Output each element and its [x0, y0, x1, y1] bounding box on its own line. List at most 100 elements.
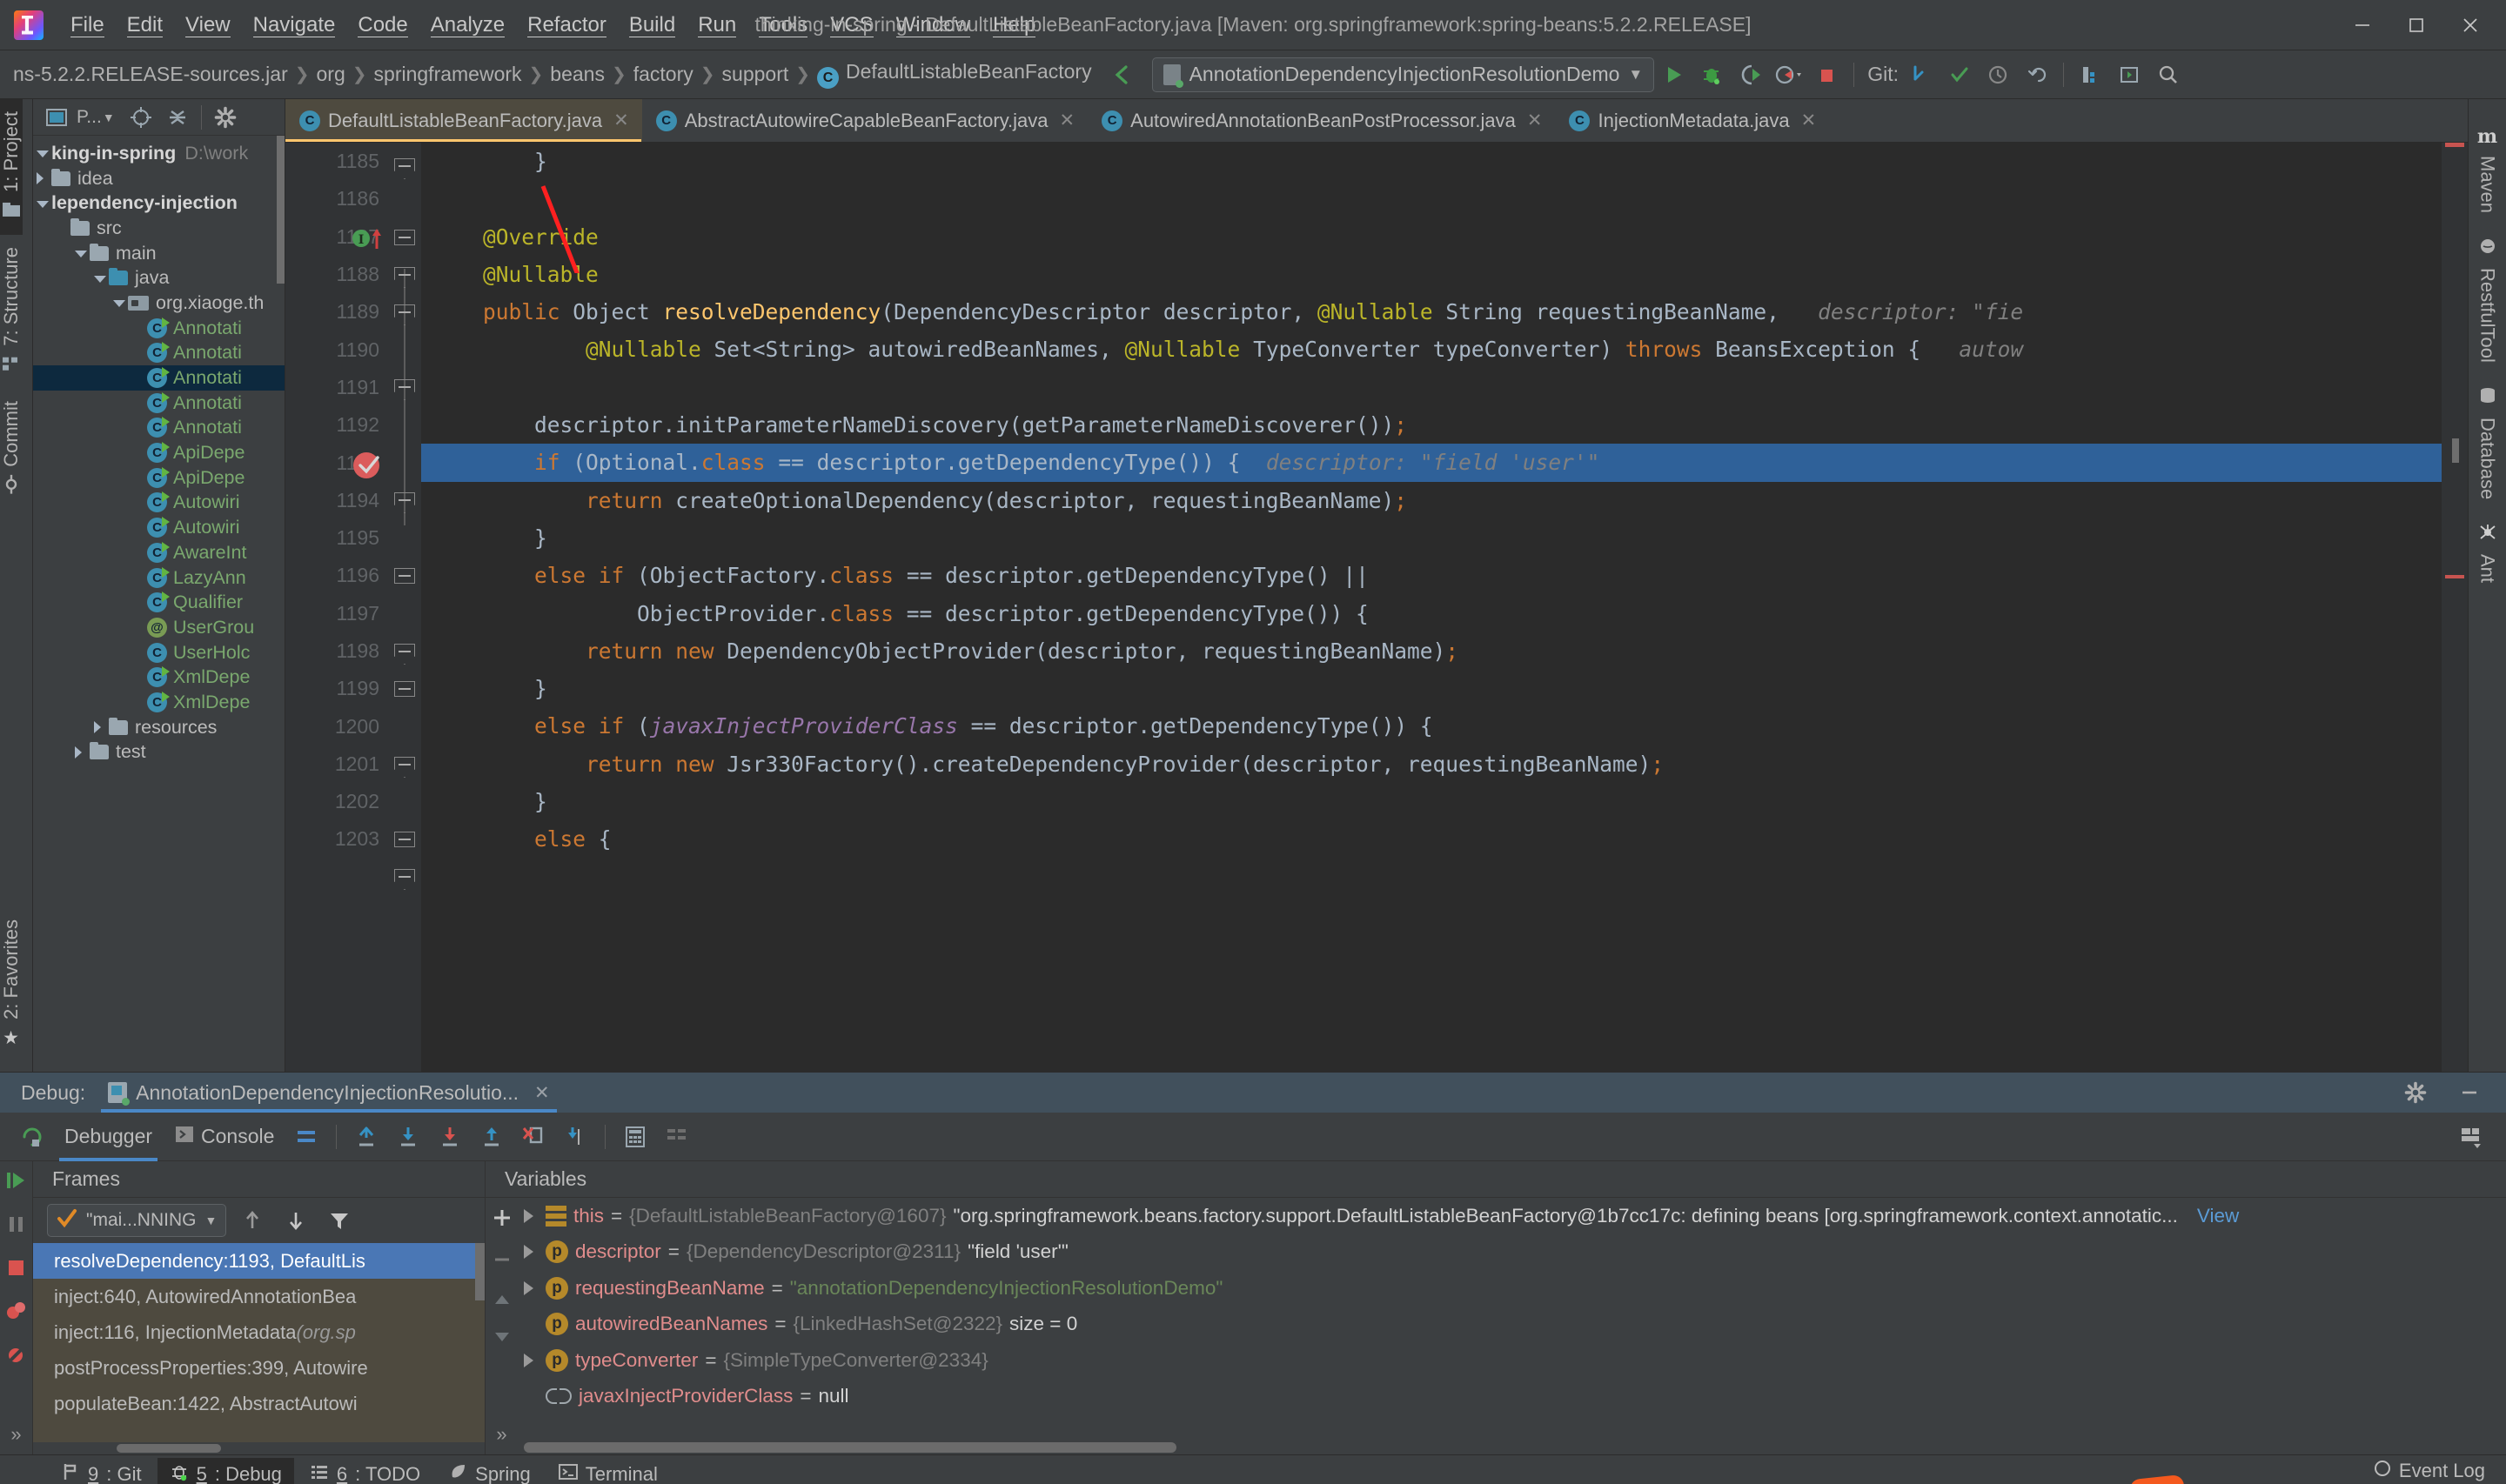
line-number[interactable]: 1188: [285, 256, 388, 293]
hide-panel-icon[interactable]: [2450, 1073, 2489, 1112]
frame-item[interactable]: inject:640, AutowiredAnnotationBea: [33, 1279, 485, 1314]
breadcrumb-item[interactable]: ns-5.2.2.RELEASE-sources.jar: [9, 63, 292, 86]
line-number[interactable]: 1198: [285, 632, 388, 670]
menu-edit[interactable]: Edit: [116, 10, 174, 41]
breadcrumb-item[interactable]: C DefaultListableBeanFactory: [813, 60, 1096, 90]
profiler-icon[interactable]: [1769, 56, 1807, 94]
line-number[interactable]: 1200: [285, 707, 388, 745]
chevron-right-icon[interactable]: [75, 745, 87, 759]
code-line[interactable]: descriptor.initParameterNameDiscovery(ge…: [421, 406, 2442, 444]
evaluate-expression-icon[interactable]: [615, 1117, 655, 1157]
override-method-gutter-icon[interactable]: I: [352, 226, 388, 251]
fold-marker[interactable]: [394, 568, 415, 589]
more-icon[interactable]: »: [496, 1423, 506, 1446]
menu-run[interactable]: Run: [687, 10, 747, 41]
menu-tools[interactable]: Tools: [747, 10, 819, 41]
git-update-icon[interactable]: [1902, 56, 1940, 94]
tree-node[interactable]: src: [33, 216, 285, 241]
code-line[interactable]: [421, 180, 2442, 217]
tree-node[interactable]: C XmlDepe: [33, 665, 285, 690]
code-line[interactable]: }: [421, 143, 2442, 180]
collapse-all-icon[interactable]: [161, 103, 194, 132]
step-over-icon[interactable]: [388, 1117, 428, 1157]
menu-window[interactable]: Window: [885, 10, 982, 41]
chevron-right-icon[interactable]: [524, 1353, 533, 1367]
line-number[interactable]: 1189: [285, 293, 388, 331]
frame-item[interactable]: inject:116, InjectionMetadata (org.sp: [33, 1314, 485, 1350]
step-into-icon[interactable]: [430, 1117, 470, 1157]
show-execution-point-icon[interactable]: [346, 1117, 386, 1157]
line-number[interactable]: 1201: [285, 745, 388, 783]
frame-item[interactable]: resolveDependency:1193, DefaultLis: [33, 1243, 485, 1279]
pause-icon[interactable]: [3, 1212, 30, 1243]
tool-window-button-debug[interactable]: 5: Debug: [157, 1457, 294, 1484]
code-line[interactable]: if (Optional.class == descriptor.getDepe…: [421, 444, 2442, 482]
tree-node[interactable]: C Annotati: [33, 416, 285, 441]
chevron-down-icon[interactable]: [94, 275, 106, 283]
tree-node[interactable]: king-in-spring D:\work: [33, 141, 285, 166]
fold-marker[interactable]: [394, 644, 415, 665]
line-number[interactable]: 1195: [285, 519, 388, 557]
fold-marker[interactable]: [394, 681, 415, 702]
line-number[interactable]: 1192: [285, 406, 388, 444]
sidebar-item-ant[interactable]: Ant: [2476, 511, 2499, 595]
tree-node[interactable]: C Annotati: [33, 341, 285, 366]
tree-node[interactable]: C Qualifier: [33, 590, 285, 615]
tool-window-button-terminal[interactable]: Terminal: [546, 1458, 670, 1484]
close-icon[interactable]: ✕: [1527, 110, 1543, 131]
back-arrow-icon[interactable]: [1102, 56, 1140, 94]
line-number[interactable]: 1191: [285, 369, 388, 406]
code-line[interactable]: }: [421, 519, 2442, 557]
mute-breakpoints-icon[interactable]: [3, 1342, 30, 1374]
fold-marker[interactable]: [394, 757, 415, 778]
tree-node[interactable]: C Annotati: [33, 316, 285, 341]
tree-node[interactable]: org.xiaoge.th: [33, 291, 285, 316]
tab-debugger[interactable]: Debugger: [54, 1113, 163, 1161]
line-number[interactable]: 1186: [285, 180, 388, 217]
tree-node[interactable]: main: [33, 241, 285, 266]
project-view-selector[interactable]: [40, 103, 73, 132]
maximize-button[interactable]: [2389, 3, 2443, 48]
code-line[interactable]: else if (javaxInjectProviderClass == des…: [421, 707, 2442, 745]
chevron-right-icon[interactable]: [94, 721, 106, 734]
debug-settings-gear-icon[interactable]: [2396, 1073, 2435, 1112]
tree-node[interactable]: C ApiDepe: [33, 465, 285, 491]
line-number[interactable]: 1203: [285, 820, 388, 858]
code-line[interactable]: @Nullable Set<String> autowiredBeanNames…: [421, 331, 2442, 368]
sidebar-item-structure[interactable]: 7: Structure: [0, 235, 23, 389]
editor-tab[interactable]: C AbstractAutowireCapableBeanFactory.java…: [642, 99, 1088, 142]
run-with-coverage-icon[interactable]: [1731, 56, 1769, 94]
chevron-down-icon[interactable]: [37, 200, 49, 208]
variable-row[interactable]: javaxInjectProviderClass = null: [519, 1379, 2506, 1415]
tree-node[interactable]: resources: [33, 715, 285, 740]
chevron-down-icon[interactable]: [37, 150, 49, 158]
fold-marker[interactable]: [394, 869, 415, 890]
breadcrumb-item[interactable]: support: [718, 63, 794, 86]
menu-help[interactable]: Help: [982, 10, 1047, 41]
chevron-down-icon[interactable]: ▼: [103, 110, 115, 124]
sidebar-item-project[interactable]: 1: Project: [0, 99, 23, 235]
search-everywhere-icon[interactable]: [2148, 56, 2187, 94]
drop-frame-icon[interactable]: [513, 1117, 553, 1157]
select-in-icon[interactable]: [2110, 56, 2148, 94]
chevron-down-icon[interactable]: [113, 300, 125, 308]
menu-build[interactable]: Build: [618, 10, 687, 41]
editor-tab[interactable]: C InjectionMetadata.java ✕: [1555, 99, 1829, 142]
code-line[interactable]: [421, 369, 2442, 406]
frame-item[interactable]: postProcessProperties:399, Autowire: [33, 1350, 485, 1386]
minimize-button[interactable]: [2335, 3, 2389, 48]
line-number[interactable]: 1197: [285, 595, 388, 632]
breadcrumb-item[interactable]: factory: [629, 63, 698, 86]
chevron-down-icon[interactable]: [75, 251, 87, 258]
layout-settings-icon[interactable]: [286, 1117, 326, 1157]
tree-node[interactable]: C XmlDepe: [33, 690, 285, 715]
tree-node[interactable]: C Autowiri: [33, 515, 285, 540]
code-line[interactable]: }: [421, 783, 2442, 820]
layout-icon[interactable]: [657, 1117, 697, 1157]
view-link[interactable]: View: [2197, 1205, 2239, 1227]
menu-navigate[interactable]: Navigate: [242, 10, 347, 41]
code-line[interactable]: else {: [421, 820, 2442, 858]
chevron-right-icon[interactable]: [524, 1280, 533, 1295]
frames-list[interactable]: resolveDependency:1193, DefaultLis inject…: [33, 1243, 485, 1442]
view-breakpoints-icon[interactable]: [3, 1299, 30, 1330]
